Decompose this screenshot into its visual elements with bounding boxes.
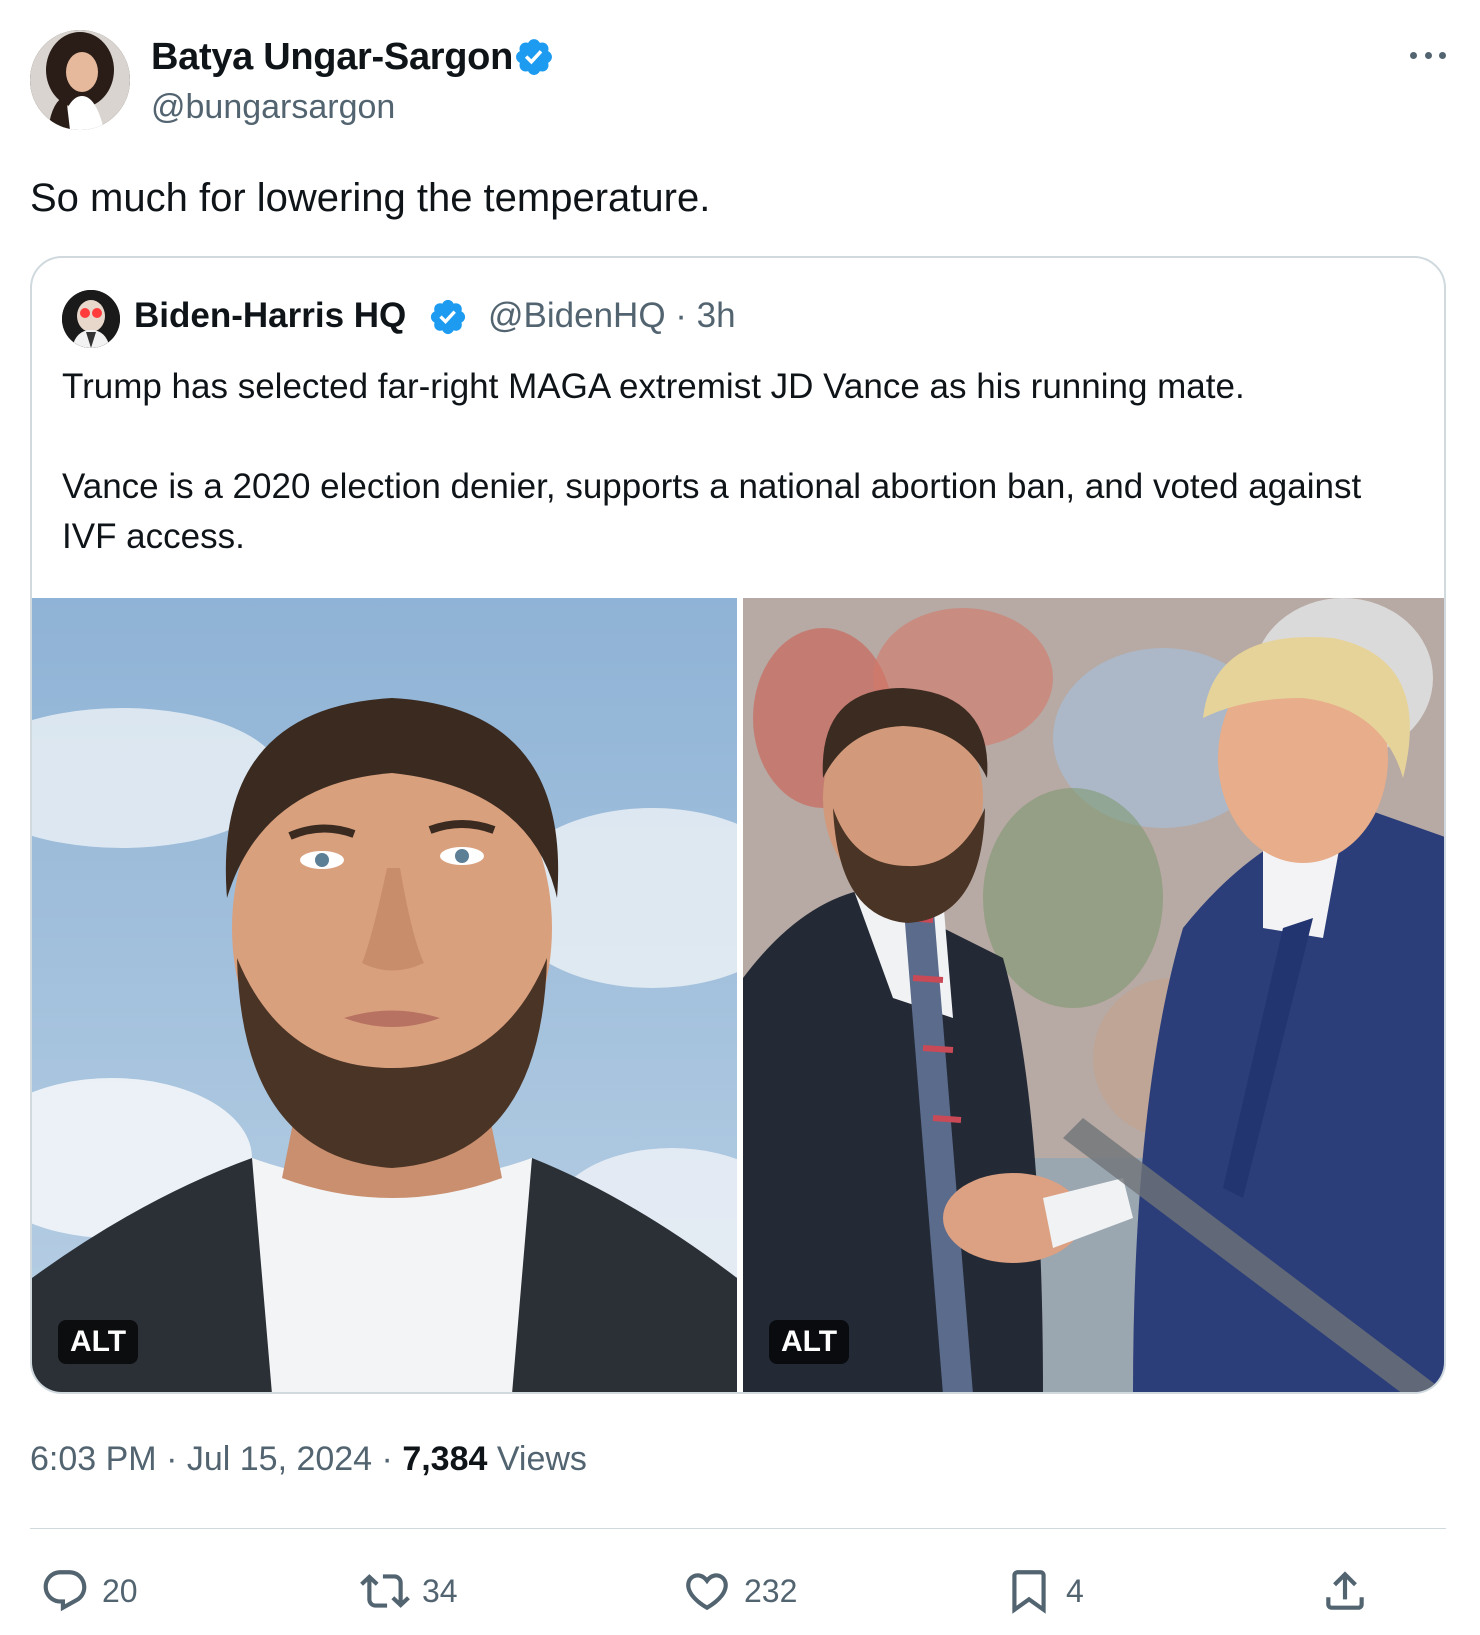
quoted-tweet-text: Trump has selected far-right MAGA extrem… xyxy=(62,362,1402,562)
tweet-meta: 6:03 PM · Jul 15, 2024 · 7,384 Views xyxy=(30,1440,587,1479)
more-options-button[interactable] xyxy=(1404,38,1452,72)
share-button[interactable] xyxy=(1320,1565,1370,1617)
quoted-text-paragraph: Trump has selected far-right MAGA extrem… xyxy=(62,367,1245,406)
quoted-verified-badge-icon xyxy=(430,299,466,335)
quoted-tweet[interactable]: Biden-Harris HQ @BidenHQ · 3h Trump has … xyxy=(30,256,1446,1394)
alt-badge[interactable]: ALT xyxy=(769,1320,850,1364)
views-label: Views xyxy=(487,1440,587,1478)
reply-icon xyxy=(43,1570,87,1612)
reply-count: 20 xyxy=(102,1572,138,1609)
quoted-text-paragraph: Vance is a 2020 election denier, support… xyxy=(62,467,1362,556)
repost-count: 34 xyxy=(422,1572,458,1609)
more-icon xyxy=(1410,51,1417,59)
bookmark-button[interactable]: 4 xyxy=(1004,1565,1084,1617)
like-count: 232 xyxy=(744,1572,798,1609)
views-count: 7,384 xyxy=(402,1440,488,1478)
bookmark-icon xyxy=(1012,1570,1046,1614)
quoted-author-avatar[interactable] xyxy=(62,290,120,348)
quoted-author-handle-time[interactable]: @BidenHQ · 3h xyxy=(488,296,736,336)
alt-badge[interactable]: ALT xyxy=(58,1320,139,1364)
author-avatar[interactable] xyxy=(30,30,130,130)
divider xyxy=(30,1528,1446,1529)
repost-icon xyxy=(360,1574,410,1608)
media-photo-handshake[interactable]: ALT xyxy=(743,598,1444,1392)
tweet-timestamp[interactable]: 6:03 PM · Jul 15, 2024 · xyxy=(30,1440,402,1478)
bookmark-count: 4 xyxy=(1066,1572,1084,1609)
like-button[interactable]: 232 xyxy=(682,1565,797,1617)
author-name[interactable]: Batya Ungar-Sargon xyxy=(151,36,513,79)
reply-button[interactable]: 20 xyxy=(40,1565,138,1617)
tweet-card: Batya Ungar-Sargon @bungarsargon So much… xyxy=(0,0,1480,1635)
author-handle[interactable]: @bungarsargon xyxy=(151,88,395,127)
media-grid: ALT ALT xyxy=(32,598,1444,1392)
quoted-author-name[interactable]: Biden-Harris HQ xyxy=(134,296,406,336)
like-icon xyxy=(686,1573,728,1611)
verified-badge-icon xyxy=(516,39,552,75)
share-icon xyxy=(1326,1571,1364,1610)
repost-button[interactable]: 34 xyxy=(360,1565,458,1617)
media-photo-portrait[interactable]: ALT xyxy=(32,598,737,1392)
tweet-text: So much for lowering the temperature. xyxy=(30,176,711,220)
